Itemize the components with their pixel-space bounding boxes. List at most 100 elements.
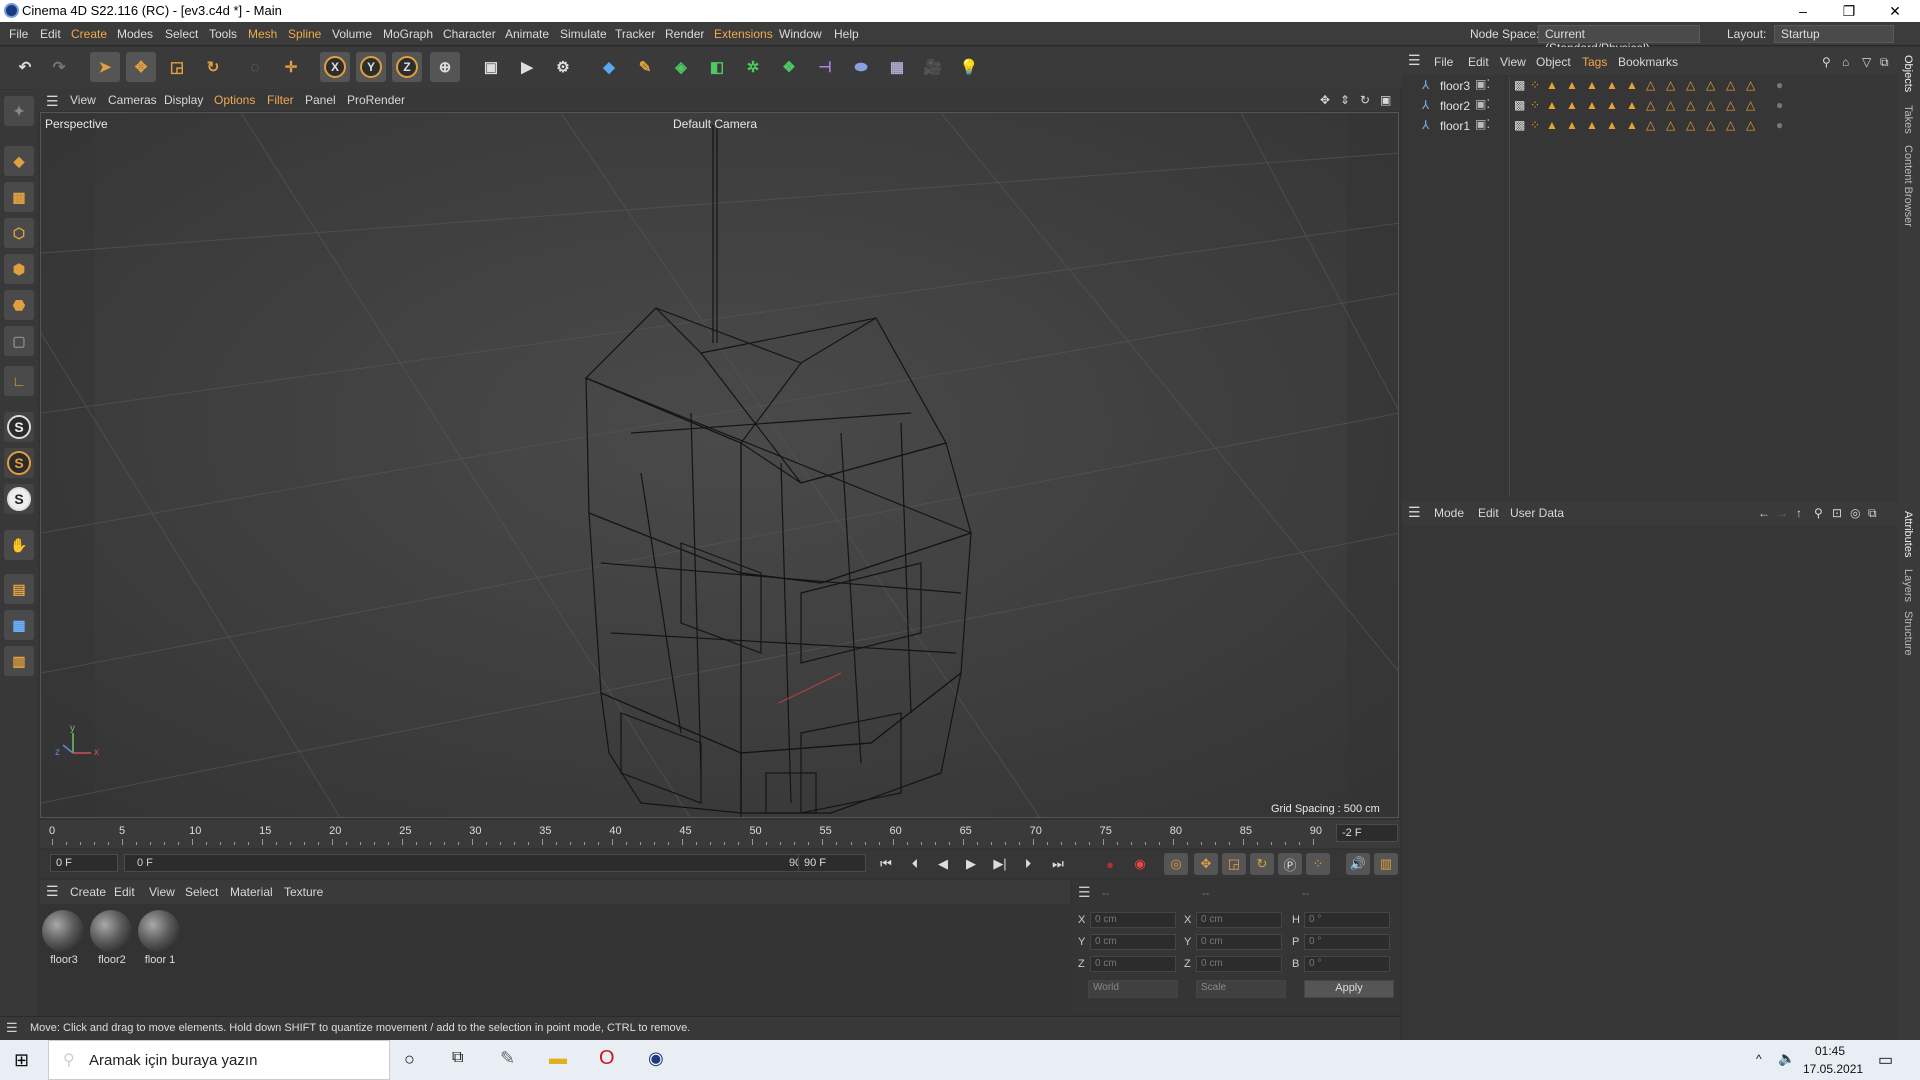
axis-z-lock-button[interactable]: Z (392, 52, 422, 82)
tab-takes[interactable]: Takes (1902, 105, 1914, 134)
material-tag-icon[interactable]: ▲ (1566, 78, 1578, 92)
menu-extensions[interactable]: Extensions (714, 27, 773, 41)
lock-icon[interactable]: ⊡ (1832, 506, 1842, 520)
position-y-field[interactable]: 0 cm (1090, 934, 1176, 950)
coordinates-menu-icon[interactable]: ☰ (1078, 884, 1091, 901)
material-tag-icon[interactable]: ▲ (1546, 98, 1558, 112)
material-tag-icon[interactable]: △ (1746, 118, 1755, 132)
paint-app-icon[interactable]: ✎ (500, 1048, 515, 1069)
position-x-field[interactable]: 0 cm (1090, 912, 1176, 928)
key-scale-icon[interactable]: ◲ (1222, 853, 1246, 875)
edges-mode-icon[interactable]: ⬢ (4, 254, 34, 284)
scale-tool-icon[interactable]: ◲ (162, 52, 192, 82)
visibility-icon[interactable]: ▣⁚ (1475, 77, 1490, 91)
prev-frame-icon[interactable]: ◀ (931, 853, 955, 875)
menu-edit[interactable]: Edit (40, 27, 61, 41)
task-view-icon[interactable]: ⧉ (452, 1049, 463, 1067)
viewport-camera-label[interactable]: Default Camera (673, 117, 757, 131)
size-y-field[interactable]: 0 cm (1196, 934, 1282, 950)
checker-tag-icon[interactable]: ▩ (1514, 98, 1525, 112)
mograph-icon[interactable]: ❖ (774, 52, 804, 82)
dots-tag-icon[interactable]: ⁘ (1530, 118, 1540, 132)
viewport-move-icon[interactable]: ✥ (1320, 93, 1330, 107)
checker-tag-icon[interactable]: ▩ (1514, 118, 1525, 132)
key-rotation-icon[interactable]: ↻ (1250, 853, 1274, 875)
object-menu-file[interactable]: File (1434, 55, 1453, 69)
next-frame-icon[interactable]: ▶| (988, 853, 1012, 875)
material-tag-icon[interactable]: ▲ (1606, 98, 1618, 112)
light-icon[interactable]: 💡 (954, 52, 984, 82)
menu-simulate[interactable]: Simulate (560, 27, 607, 41)
key-param-icon[interactable]: Ⓟ (1278, 853, 1302, 875)
key-position-icon[interactable]: ✥ (1194, 853, 1218, 875)
material-tag-icon[interactable]: △ (1666, 98, 1675, 112)
material-tag-icon[interactable]: △ (1706, 78, 1715, 92)
live-selection-icon[interactable]: ✛ (276, 52, 306, 82)
menu-mesh[interactable]: Mesh (248, 27, 277, 41)
node-space-select[interactable]: Current (Standard/Physical) (1538, 25, 1700, 55)
object-menu-bookmarks[interactable]: Bookmarks (1618, 55, 1678, 69)
attributes-menu-icon[interactable]: ☰ (1408, 504, 1421, 521)
menu-volume[interactable]: Volume (332, 27, 372, 41)
viewport-maximize-icon[interactable]: ▣ (1380, 93, 1391, 107)
timeline-layout-icon[interactable]: ▥ (1374, 853, 1398, 875)
viewport-rotate-icon[interactable]: ↻ (1360, 93, 1370, 107)
tweak-icon[interactable]: ✋ (4, 530, 34, 560)
material-tag-icon[interactable]: △ (1706, 98, 1715, 112)
close-button[interactable]: ✕ (1872, 0, 1918, 22)
material-tag-icon[interactable]: ▲ (1606, 118, 1618, 132)
material-tag-icon[interactable]: △ (1686, 78, 1695, 92)
material-menu-material[interactable]: Material (230, 885, 273, 899)
render-picture-viewer-icon[interactable]: ▶ (512, 52, 542, 82)
material-menu-create[interactable]: Create (70, 885, 106, 899)
attributes-menu-edit[interactable]: Edit (1478, 506, 1499, 520)
menu-spline[interactable]: Spline (288, 27, 321, 41)
axis-y-lock-button[interactable]: Y (356, 52, 386, 82)
planar-workplane-icon[interactable]: ▥ (4, 646, 34, 676)
menu-mograph[interactable]: MoGraph (383, 27, 433, 41)
texture-mode-icon[interactable]: ▩ (4, 182, 34, 212)
coordinate-system-icon[interactable]: ⊕ (430, 52, 460, 82)
opera-icon[interactable]: O (599, 1047, 615, 1070)
material-tag-icon[interactable]: △ (1726, 98, 1735, 112)
axis-x-lock-button[interactable]: X (320, 52, 350, 82)
volume-icon[interactable]: 🔈 (1778, 1050, 1795, 1067)
render-settings-icon[interactable]: ⚙ (548, 52, 578, 82)
viewport-menu-prorender[interactable]: ProRender (347, 93, 405, 107)
world-select[interactable]: World (1088, 980, 1178, 998)
viewport-zoom-icon[interactable]: ⇕ (1340, 93, 1350, 107)
viewport-menu-panel[interactable]: Panel (305, 93, 336, 107)
subdivision-icon[interactable]: ◈ (666, 52, 696, 82)
checker-tag-icon[interactable]: ▩ (1514, 78, 1525, 92)
cinema4d-taskbar-icon[interactable]: ◉ (648, 1048, 664, 1069)
tab-attributes[interactable]: Attributes (1902, 511, 1914, 557)
keyframe-selection-icon[interactable]: ◎ (1164, 853, 1188, 875)
material-item[interactable]: floor2 (90, 910, 134, 970)
tab-objects[interactable]: Objects (1902, 55, 1914, 92)
menu-modes[interactable]: Modes (117, 27, 153, 41)
object-name[interactable]: floor3 (1440, 79, 1470, 93)
go-to-start-icon[interactable]: ⏮ (874, 853, 898, 875)
file-explorer-icon[interactable]: ▬ (549, 1048, 567, 1069)
viewport-menu-icon[interactable]: ☰ (46, 93, 59, 110)
rotation-b-field[interactable]: 0 ° (1304, 956, 1390, 972)
menu-window[interactable]: Window (779, 27, 822, 41)
extrude-icon[interactable]: ◧ (702, 52, 732, 82)
select-tool-icon[interactable]: ➤ (90, 52, 120, 82)
material-item[interactable]: floor 1 (138, 910, 182, 970)
dots-tag-icon[interactable]: ⁘ (1530, 98, 1540, 112)
menu-tracker[interactable]: Tracker (615, 27, 655, 41)
dots-tag-icon[interactable]: ⁘ (1530, 78, 1540, 92)
object-menu-tags[interactable]: Tags (1582, 55, 1607, 69)
material-menu-select[interactable]: Select (185, 885, 218, 899)
viewport-menu-options[interactable]: Options (214, 93, 255, 107)
snap-icon[interactable]: S (4, 412, 34, 442)
material-tag-icon[interactable]: △ (1686, 98, 1695, 112)
recent-tool-icon[interactable]: ◌ (240, 52, 270, 82)
tab-content-browser[interactable]: Content Browser (1902, 145, 1914, 227)
material-tag-icon[interactable]: △ (1646, 118, 1655, 132)
tray-expand-icon[interactable]: ^ (1756, 1052, 1762, 1066)
menu-tools[interactable]: Tools (209, 27, 237, 41)
material-menu-view[interactable]: View (149, 885, 175, 899)
viewport-menu-view[interactable]: View (70, 93, 96, 107)
